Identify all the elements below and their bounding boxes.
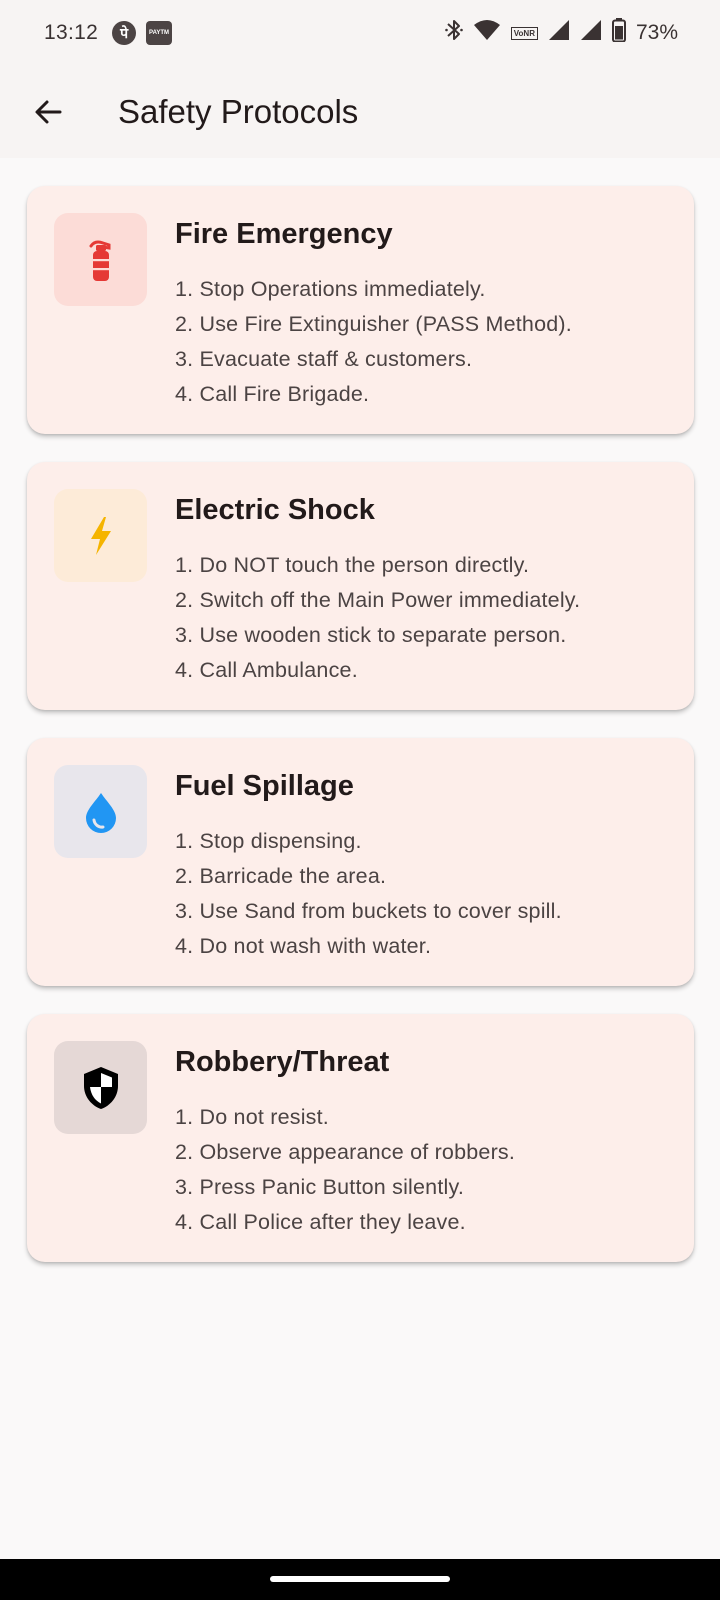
list-item: 1. Stop dispensing.: [175, 829, 362, 853]
card-title: Fire Emergency: [175, 218, 393, 250]
wifi-icon: [473, 19, 501, 47]
app-bar: Safety Protocols: [0, 66, 720, 158]
list-item: 4. Call Fire Brigade.: [175, 382, 370, 406]
protocol-card-electric-shock: Electric Shock 1. Do NOT touch the perso…: [27, 462, 694, 710]
volte-icon: VoNR: [510, 26, 538, 40]
list-item: 2. Use Fire Extinguisher (PASS Method).: [175, 312, 572, 336]
card-title: Fuel Spillage: [175, 770, 354, 802]
list-item: 3. Use wooden stick to separate person.: [175, 623, 567, 647]
status-time: 13:12: [44, 21, 99, 44]
list-item: 1. Do not resist.: [175, 1105, 329, 1129]
list-item: 4. Call Ambulance.: [175, 658, 358, 682]
card-icon-box: [54, 765, 147, 858]
card-title: Electric Shock: [175, 494, 375, 526]
list-item: 1. Do NOT touch the person directly.: [175, 553, 530, 577]
status-bar: 13:12 पे PAYTM VoNR 73%: [0, 0, 720, 66]
fire-extinguisher-icon: [89, 240, 110, 281]
home-gesture-handle[interactable]: [270, 1576, 450, 1582]
navigation-bar: [0, 1559, 720, 1600]
card-steps: 1. Do not resist. 2. Observe appearance …: [175, 1100, 515, 1240]
back-button[interactable]: [20, 84, 76, 140]
card-title: Robbery/Threat: [175, 1046, 390, 1078]
card-icon-box: [54, 489, 147, 582]
protocol-card-fuel-spillage: Fuel Spillage 1. Stop dispensing. 2. Bar…: [27, 738, 694, 986]
card-steps: 1. Stop dispensing. 2. Barricade the are…: [175, 824, 562, 964]
paytm-icon: PAYTM: [146, 21, 173, 45]
list-item: 2. Switch off the Main Power immediately…: [175, 588, 581, 612]
bluetooth-icon: [444, 18, 463, 48]
card-steps: 1. Do NOT touch the person directly. 2. …: [175, 548, 580, 688]
signal-icon: [580, 19, 602, 47]
status-bar-right: VoNR 73%: [444, 18, 678, 48]
card-icon-box: [54, 213, 147, 306]
lightning-bolt-icon: [90, 516, 111, 555]
battery-icon: [611, 18, 626, 48]
card-steps: 1. Stop Operations immediately. 2. Use F…: [175, 272, 572, 412]
list-item: 1. Stop Operations immediately.: [175, 277, 486, 301]
status-bar-left: 13:12 पे PAYTM: [44, 21, 173, 45]
screen: 13:12 पे PAYTM VoNR 73% Safety Protocols…: [0, 0, 720, 1600]
list-item: 3. Press Panic Button silently.: [175, 1175, 465, 1199]
phonepe-icon: पे: [112, 21, 137, 45]
list-item: 2. Observe appearance of robbers.: [175, 1140, 516, 1164]
battery-percent: 73%: [635, 21, 678, 44]
list-item: 2. Barricade the area.: [175, 864, 387, 888]
list-item: 3. Use Sand from buckets to cover spill.: [175, 899, 562, 923]
shield-icon: [83, 1066, 118, 1109]
card-icon-box: [54, 1041, 147, 1134]
page-title: Safety Protocols: [118, 93, 359, 130]
list-item: 4. Do not wash with water.: [175, 934, 432, 958]
list-item: 4. Call Police after they leave.: [175, 1210, 466, 1234]
water-drop-icon: [85, 792, 116, 833]
protocol-card-robbery-threat: Robbery/Threat 1. Do not resist. 2. Obse…: [27, 1014, 694, 1262]
protocol-list: Fire Emergency 1. Stop Operations immedi…: [27, 186, 694, 1290]
arrow-back-icon: [35, 100, 62, 124]
list-item: 3. Evacuate staff & customers.: [175, 347, 473, 371]
protocol-card-fire-emergency: Fire Emergency 1. Stop Operations immedi…: [27, 186, 694, 434]
signal-icon: [548, 19, 570, 47]
